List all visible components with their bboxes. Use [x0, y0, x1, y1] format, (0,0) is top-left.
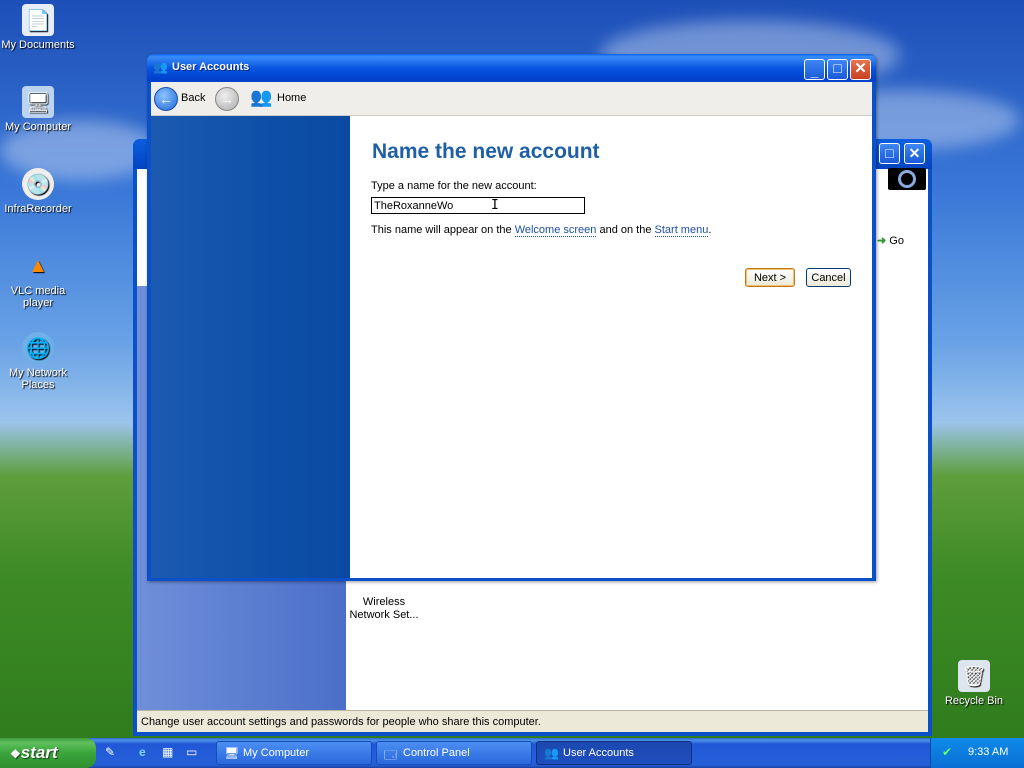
close-button[interactable]: ✕ — [850, 59, 871, 80]
media-icon[interactable]: ▦ — [162, 745, 178, 761]
account-name-info: This name will appear on the Welcome scr… — [371, 224, 712, 237]
user-accounts-icon: 👥 — [153, 60, 168, 74]
internet-explorer-icon[interactable]: e — [139, 745, 155, 761]
desktop-icon-my-network-places[interactable]: 🌐 My Network Places — [0, 332, 78, 391]
wireless-label-line2: Network Set... — [349, 609, 419, 621]
welcome-screen-link[interactable]: Welcome screen — [514, 224, 597, 237]
user-accounts-icon: 👥 — [544, 746, 559, 760]
desktop-icon-vlc[interactable]: ▲ VLC media player — [0, 250, 78, 310]
my-documents-icon: 📄 — [22, 4, 54, 36]
desktop-icon-recycle-bin[interactable]: 🗑 Recycle Bin — [934, 660, 1014, 707]
desktop-icon-label: My Network Places — [8, 367, 68, 391]
windows-logo-icon — [888, 168, 926, 190]
info-prefix: This name will appear on the — [371, 224, 515, 236]
cancel-button[interactable]: Cancel — [806, 268, 851, 287]
forward-arrow-icon[interactable]: → — [215, 87, 239, 111]
start-menu-link[interactable]: Start menu — [654, 224, 709, 237]
desktop-icon-label: InfraRecorder — [4, 203, 72, 215]
window-title: User Accounts — [172, 61, 250, 73]
go-arrow-icon: ➜ — [877, 235, 887, 247]
window-titlebar[interactable]: 👥 User Accounts _ □ ✕ — [147, 54, 876, 82]
back-button[interactable]: Back — [181, 92, 205, 104]
desktop-icon-infrarecorder[interactable]: 💿 InfraRecorder — [0, 168, 78, 215]
taskbar-item-user-accounts[interactable]: 👥 User Accounts — [536, 741, 692, 765]
close-button[interactable]: ✕ — [904, 143, 925, 164]
maximize-button[interactable]: □ — [827, 59, 848, 80]
control-panel-icon: 🗔 — [384, 748, 398, 762]
vlc-cone-icon: ▲ — [28, 254, 48, 277]
back-arrow-icon[interactable]: ← — [154, 87, 178, 111]
infrarecorder-icon: 💿 — [22, 168, 54, 200]
maximize-button[interactable]: □ — [879, 143, 900, 164]
home-button[interactable]: Home — [277, 92, 306, 104]
start-button[interactable]: ❖start — [0, 738, 96, 768]
network-globe-icon: 🌐 — [22, 332, 54, 364]
task-label: User Accounts — [563, 747, 634, 759]
task-label: My Computer — [243, 747, 310, 759]
show-desktop-icon[interactable]: ✎ — [105, 745, 121, 761]
wizard-content: Name the new account Type a name for the… — [151, 116, 872, 578]
system-tray: ✔ 9:33 AM — [930, 738, 1024, 768]
go-label: Go — [889, 235, 904, 247]
home-users-icon[interactable]: 👥 — [250, 87, 274, 111]
desktop-icon-my-documents[interactable]: 📄 My Documents — [0, 4, 78, 51]
my-computer-icon: 🖥 — [22, 86, 54, 118]
network-status-icon[interactable]: ✔ — [942, 745, 958, 761]
task-label: Control Panel — [403, 747, 470, 759]
taskbar: ❖start ✎ e ▦ ▭ 🖥 My Computer 🗔 Control P… — [0, 738, 1024, 768]
next-button[interactable]: Next > — [745, 268, 795, 287]
start-label: start — [20, 743, 58, 762]
minimize-button[interactable]: _ — [804, 59, 825, 80]
account-name-input[interactable] — [371, 197, 585, 214]
info-middle: and on the — [596, 224, 655, 236]
monitor-icon[interactable]: ▭ — [186, 745, 202, 761]
my-computer-icon: 🖥 — [224, 746, 240, 760]
page-title: Name the new account — [372, 140, 600, 163]
wireless-network-setup-item[interactable]: Wireless Network Set... — [344, 596, 424, 622]
desktop-icon-label: My Documents — [1, 39, 75, 51]
info-suffix: . — [708, 224, 712, 236]
go-button[interactable]: ➜ Go — [877, 234, 927, 252]
desktop-icon-label: Recycle Bin — [944, 695, 1004, 707]
navigation-toolbar: ← Back → 👥 Home — [151, 82, 872, 116]
text-cursor-icon: I — [491, 198, 499, 213]
windows-flag-icon: ❖ — [10, 747, 21, 761]
account-name-prompt: Type a name for the new account: — [371, 180, 537, 192]
desktop-icon-label: My Computer — [4, 121, 72, 133]
desktop-icon-my-computer[interactable]: 🖥 My Computer — [0, 86, 78, 133]
desktop-icon-label: VLC media player — [10, 285, 66, 309]
taskbar-item-control-panel[interactable]: 🗔 Control Panel — [376, 741, 532, 765]
clock[interactable]: 9:33 AM — [968, 746, 1008, 758]
wireless-label-line1: Wireless — [362, 596, 406, 608]
recycle-bin-icon: 🗑 — [958, 660, 990, 692]
taskbar-item-my-computer[interactable]: 🖥 My Computer — [216, 741, 372, 765]
status-text: Change user account settings and passwor… — [141, 716, 541, 728]
wizard-side-panel — [151, 116, 350, 578]
user-accounts-window: 👥 User Accounts _ □ ✕ ← Back → 👥 Home Na… — [147, 54, 876, 581]
status-bar: Change user account settings and passwor… — [137, 710, 928, 732]
